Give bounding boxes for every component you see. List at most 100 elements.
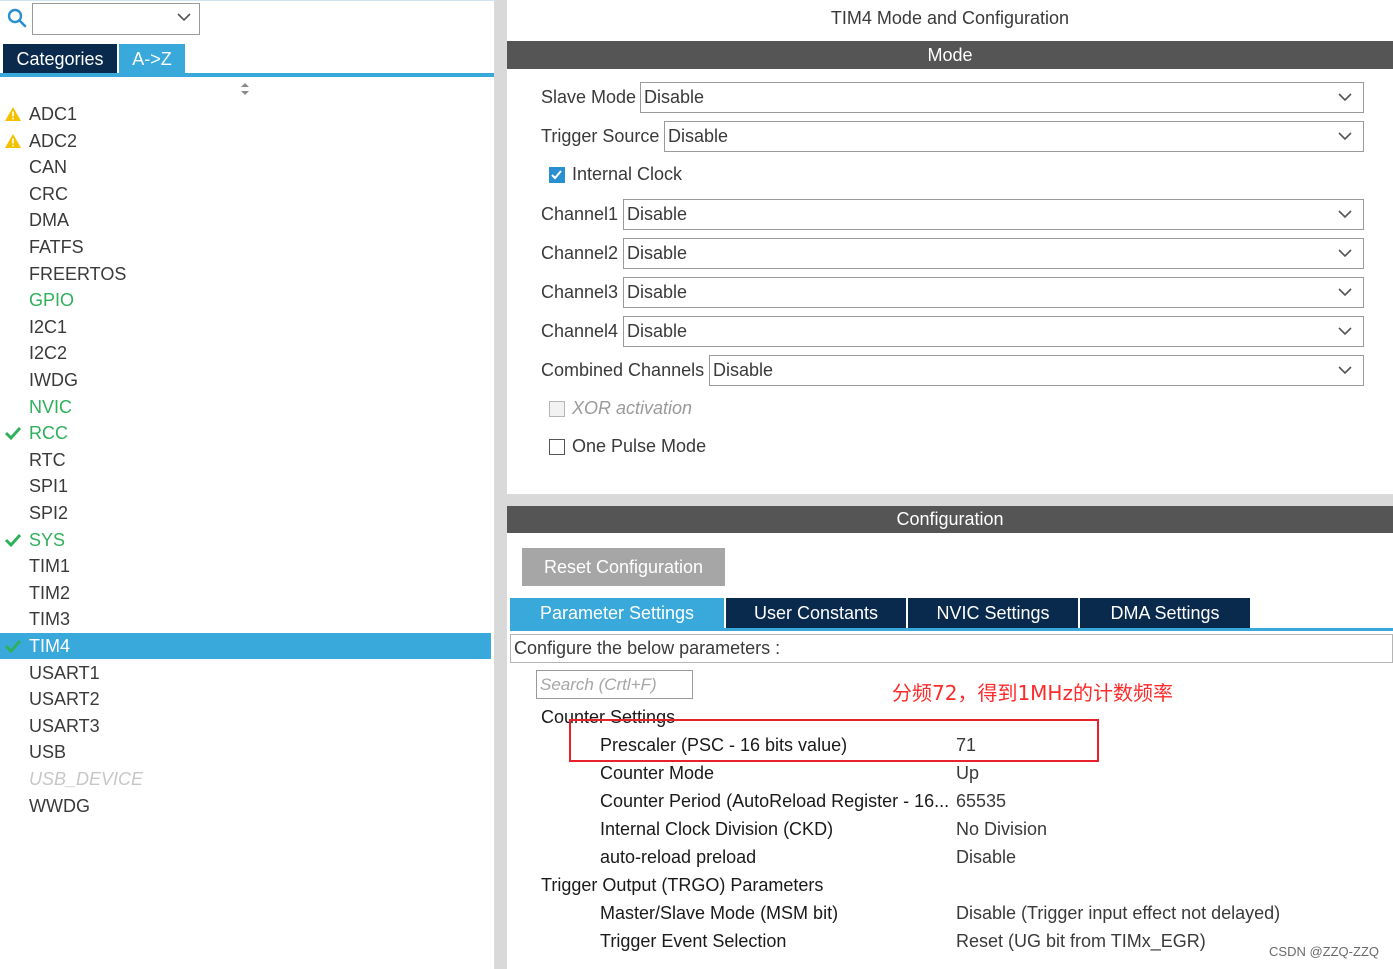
category-item-wwdg[interactable]: WWDG — [0, 793, 491, 819]
category-item-label: FREERTOS — [29, 264, 127, 284]
category-item-usart3[interactable]: USART3 — [0, 713, 491, 739]
trigger-source-select[interactable]: Disable — [664, 121, 1364, 152]
param-counter-period-name[interactable]: Counter Period (AutoReload Register - 16… — [600, 791, 950, 812]
category-item-label: USB_DEVICE — [29, 769, 144, 789]
channel4-value: Disable — [627, 321, 688, 341]
channel2-select[interactable]: Disable — [623, 238, 1364, 269]
reset-configuration-button[interactable]: Reset Configuration — [522, 548, 725, 586]
chevron-down-icon — [177, 13, 191, 22]
param-counter-mode-name[interactable]: Counter Mode — [600, 763, 950, 784]
tab-parameter-settings[interactable]: Parameter Settings — [510, 598, 724, 628]
category-item-tim4[interactable]: TIM4 — [0, 633, 491, 659]
category-item-label: USART3 — [29, 716, 100, 736]
category-item-iwdg[interactable]: IWDG — [0, 367, 491, 393]
category-item-fatfs[interactable]: FATFS — [0, 234, 491, 260]
parameter-search-field[interactable] — [536, 670, 693, 699]
category-item-label: USB — [29, 742, 67, 762]
category-item-usb[interactable]: USB — [0, 739, 491, 765]
category-item-spi1[interactable]: SPI1 — [0, 473, 491, 499]
combined-channels-label: Combined Channels — [541, 360, 705, 380]
param-msm-name[interactable]: Master/Slave Mode (MSM bit) — [600, 903, 950, 924]
category-item-usart2[interactable]: USART2 — [0, 686, 491, 712]
param-clock-division-value[interactable]: No Division — [956, 819, 1047, 840]
category-item-usart1[interactable]: USART1 — [0, 660, 491, 686]
param-counter-period-value[interactable]: 65535 — [956, 791, 1006, 812]
category-item-i2c1[interactable]: I2C1 — [0, 314, 491, 340]
channel2-label: Channel2 — [541, 243, 619, 263]
tab-a-to-z[interactable]: A->Z — [119, 44, 185, 74]
category-item-tim2[interactable]: TIM2 — [0, 580, 491, 606]
slave-mode-select[interactable]: Disable — [640, 82, 1364, 113]
section-splitter[interactable] — [507, 494, 1393, 506]
internal-clock-checkbox[interactable] — [549, 167, 565, 183]
category-item-crc[interactable]: CRC — [0, 181, 491, 207]
category-item-rcc[interactable]: RCC — [0, 420, 491, 446]
category-item-label: I2C2 — [29, 343, 68, 363]
tab-nvic-settings[interactable]: NVIC Settings — [908, 598, 1078, 628]
channel3-select[interactable]: Disable — [623, 277, 1364, 308]
configure-hint: Configure the below parameters : — [514, 638, 781, 658]
search-icon[interactable] — [7, 8, 27, 28]
category-item-label: RTC — [29, 450, 66, 470]
group-trigger-output[interactable]: Trigger Output (TRGO) Parameters — [541, 875, 823, 896]
param-auto-reload-value[interactable]: Disable — [956, 847, 1016, 868]
combined-channels-select[interactable]: Disable — [709, 355, 1364, 386]
combined-channels-value: Disable — [713, 360, 774, 380]
chevron-down-icon — [1338, 249, 1352, 258]
xor-activation-checkbox — [549, 401, 565, 417]
param-counter-mode-value[interactable]: Up — [956, 763, 979, 784]
chevron-down-icon — [1338, 93, 1352, 102]
category-item-label: USART2 — [29, 689, 100, 709]
checkmark-icon — [4, 426, 22, 441]
category-item-tim1[interactable]: TIM1 — [0, 553, 491, 579]
category-item-spi2[interactable]: SPI2 — [0, 500, 491, 526]
param-msm-value[interactable]: Disable (Trigger input effect not delaye… — [956, 903, 1280, 924]
sort-icon[interactable] — [239, 82, 251, 96]
category-item-tim3[interactable]: TIM3 — [0, 606, 491, 632]
category-item-label: FATFS — [29, 237, 84, 257]
parameter-search-input[interactable] — [537, 671, 692, 698]
channel1-label: Channel1 — [541, 204, 619, 224]
configure-hint-bar: Configure the below parameters : — [510, 634, 1393, 663]
category-item-adc2[interactable]: ADC2 — [0, 128, 491, 154]
checkmark-icon — [551, 170, 562, 180]
tab-user-constants[interactable]: User Constants — [726, 598, 906, 628]
param-trigger-event-name[interactable]: Trigger Event Selection — [600, 931, 950, 952]
category-item-dma[interactable]: DMA — [0, 207, 491, 233]
category-item-adc1[interactable]: ADC1 — [0, 101, 491, 127]
category-item-label: SPI2 — [29, 503, 69, 523]
channel4-select[interactable]: Disable — [623, 316, 1364, 347]
param-clock-division-name[interactable]: Internal Clock Division (CKD) — [600, 819, 950, 840]
category-item-usb-device[interactable]: USB_DEVICE — [0, 766, 491, 792]
category-item-rtc[interactable]: RTC — [0, 447, 491, 473]
category-item-nvic[interactable]: NVIC — [0, 394, 491, 420]
category-item-label: I2C1 — [29, 317, 68, 337]
category-item-i2c2[interactable]: I2C2 — [0, 340, 491, 366]
channel1-select[interactable]: Disable — [623, 199, 1364, 230]
one-pulse-mode-label: One Pulse Mode — [572, 436, 707, 456]
channel4-label: Channel4 — [541, 321, 619, 341]
category-item-label: CAN — [29, 157, 68, 177]
category-item-can[interactable]: CAN — [0, 154, 491, 180]
channel2-value: Disable — [627, 243, 688, 263]
panel-splitter[interactable] — [494, 0, 507, 969]
slave-mode-label: Slave Mode — [541, 87, 637, 107]
category-item-label: IWDG — [29, 370, 78, 390]
checkmark-icon — [4, 533, 22, 548]
tab-dma-settings[interactable]: DMA Settings — [1080, 598, 1250, 628]
configuration-panel: TIM4 Mode and Configuration Mode Slave M… — [507, 0, 1393, 969]
category-item-label: WWDG — [29, 796, 90, 816]
checkmark-icon — [4, 639, 22, 654]
panel-title: TIM4 Mode and Configuration — [830, 8, 1070, 28]
channel3-label: Channel3 — [541, 282, 619, 302]
search-dropdown[interactable] — [32, 3, 200, 35]
category-item-freertos[interactable]: FREERTOS — [0, 261, 491, 287]
category-item-gpio[interactable]: GPIO — [0, 287, 491, 313]
one-pulse-mode-checkbox[interactable] — [549, 439, 565, 455]
param-auto-reload-name[interactable]: auto-reload preload — [600, 847, 950, 868]
category-item-sys[interactable]: SYS — [0, 527, 491, 553]
category-item-label: ADC1 — [29, 104, 78, 124]
tab-categories[interactable]: Categories — [3, 44, 117, 74]
param-trigger-event-value[interactable]: Reset (UG bit from TIMx_EGR) — [956, 931, 1206, 952]
warning-icon — [5, 107, 21, 121]
